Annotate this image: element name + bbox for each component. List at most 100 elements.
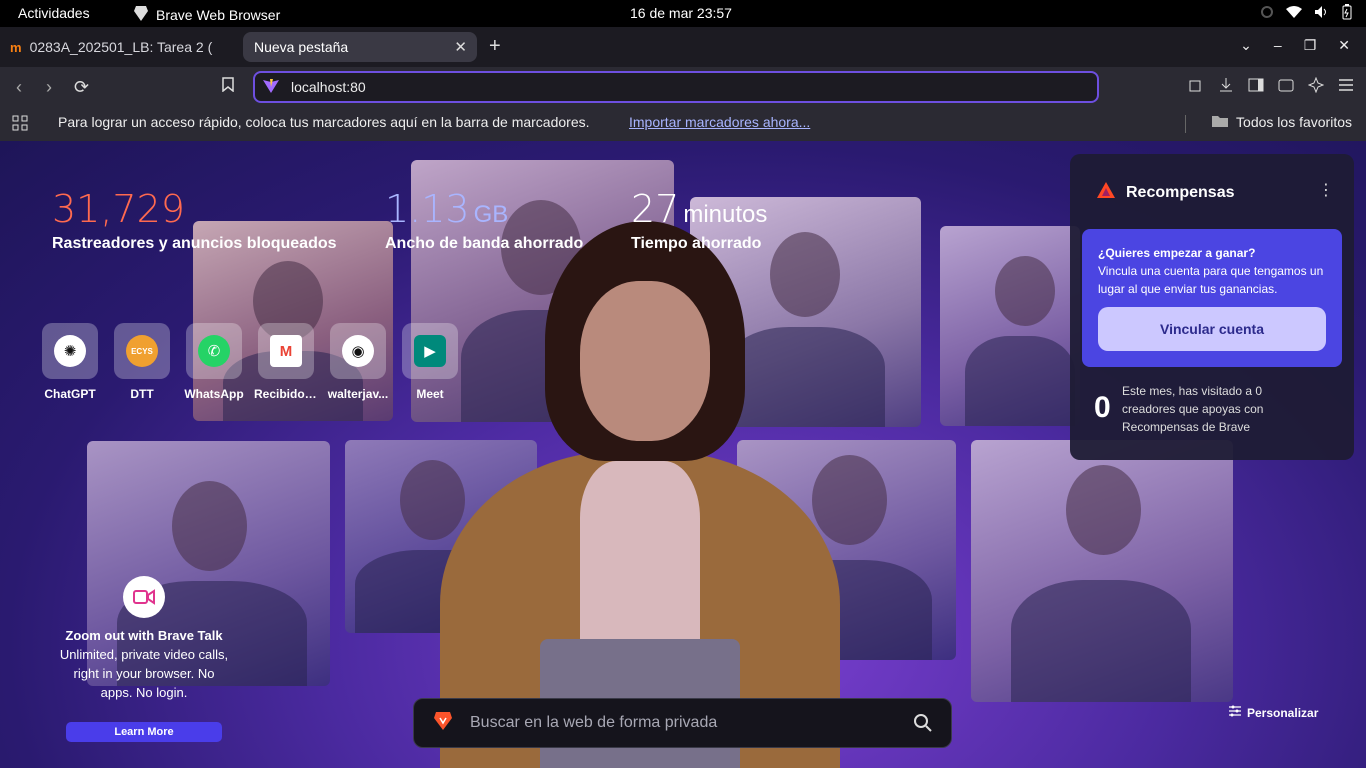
search-input[interactable]: Buscar en la web de forma privada [470,714,717,732]
background-person [440,221,840,768]
stat-bandwidth: 1.13 GB Ancho de banda ahorrado [385,187,583,253]
top-site-github[interactable]: ◉ walterjav... [328,323,388,401]
top-site-label: Meet [416,387,444,401]
window-controls: ⌄ – ❐ ✕ [1240,37,1350,54]
background-photo-tile [971,440,1233,702]
github-icon: ◉ [342,335,374,367]
back-arrow-icon[interactable]: ‹ [16,77,22,98]
close-tab-icon[interactable]: ✕ [454,38,467,56]
browser-toolbar: ‹ › ⟳ localhost:80 [0,67,1366,107]
tab-label: Nueva pestaña [254,39,349,55]
divider [1185,115,1186,133]
rewards-header: Recompensas [1096,181,1235,204]
address-bar[interactable]: localhost:80 [253,71,1099,103]
gmail-icon: M [270,335,302,367]
bookmark-icon[interactable] [222,77,234,96]
time-unit: minutos [683,201,768,228]
minimize-icon[interactable]: – [1274,37,1282,54]
tab-strip: m 0283A_202501_LB: Tarea 2 ( Nueva pesta… [0,27,1366,67]
folder-icon [1212,114,1229,130]
menu-icon[interactable] [1338,77,1354,98]
creators-text: Este mes, has visitado a 0 creadores que… [1122,384,1264,434]
reload-icon[interactable]: ⟳ [74,77,89,98]
toolbar-actions [1188,76,1354,98]
leo-ai-icon[interactable] [1307,76,1325,98]
rewards-title: Recompensas [1126,183,1235,201]
bandwidth-label: Ancho de banda ahorrado [385,235,584,252]
maximize-icon[interactable]: ❐ [1304,37,1317,54]
time-value: 27 [631,187,680,231]
more-options-icon[interactable]: ⋮ [1318,180,1334,200]
tab-label: 0283A_202501_LB: Tarea 2 ( [29,39,213,55]
search-icon[interactable] [913,713,933,738]
app-menu[interactable]: Brave Web Browser [134,5,280,24]
brave-search-logo-icon [434,711,452,736]
chatgpt-icon: ✺ [54,335,86,367]
moodle-favicon-icon: m [10,39,22,55]
top-site-label: walterjav... [327,387,389,401]
customize-button[interactable]: Personalizar [1229,705,1318,720]
promo-question: ¿Quieres empezar a ganar? [1098,246,1256,260]
all-favorites-folder[interactable]: Todos los favoritos [1212,114,1352,130]
wallet-icon[interactable] [1278,77,1294,98]
brave-talk-card: Zoom out with Brave Talk Unlimited, priv… [58,576,230,742]
forward-arrow-icon[interactable]: › [46,77,52,98]
clock[interactable]: 16 de mar 23:57 [630,5,732,21]
learn-more-button[interactable]: Learn More [66,722,222,742]
tab-new-tab[interactable]: Nueva pestaña ✕ [243,32,477,62]
new-tab-page: 31,729 Rastreadores y anuncios bloqueado… [0,141,1366,768]
trackers-count: 31,729 [52,187,185,231]
top-site-dtt[interactable]: ECYS DTT [114,323,170,401]
close-window-icon[interactable]: ✕ [1338,37,1350,54]
bookmarks-bar: Para lograr un acceso rápido, coloca tus… [0,107,1366,141]
stat-trackers: 31,729 Rastreadores y anuncios bloqueado… [52,187,337,253]
import-bookmarks-link[interactable]: Importar marcadores ahora... [629,114,810,130]
activities-button[interactable]: Actividades [18,5,90,21]
new-tab-button[interactable]: + [489,35,501,58]
stat-time: 27 minutos Tiempo ahorrado [631,187,767,253]
extensions-icon[interactable] [1188,77,1204,98]
system-top-bar: Actividades Brave Web Browser 16 de mar … [0,0,1366,27]
search-box[interactable]: Buscar en la web de forma privada [413,698,952,748]
vite-favicon-icon [263,78,279,97]
volume-icon [1314,5,1330,19]
promo-description: Vincula una cuenta para que tengamos un … [1098,264,1324,296]
url-text[interactable]: localhost:80 [291,79,366,95]
sidebar-icon[interactable] [1248,77,1264,98]
wifi-icon [1286,5,1302,19]
bookmarks-hint: Para lograr un acceso rápido, coloca tus… [58,114,590,130]
sliders-icon [1229,705,1241,720]
app-name: Brave Web Browser [156,6,281,23]
tile-icon-box: ✆ [186,323,242,379]
battery-icon [1342,4,1352,20]
top-site-whatsapp[interactable]: ✆ WhatsApp [184,323,244,401]
spinner-icon [1260,5,1274,19]
background-photo-tile [940,226,1080,426]
top-site-label: Recibidos... [254,387,318,401]
brave-talk-description: Unlimited, private video calls, right in… [59,647,229,700]
google-meet-icon: ▶ [414,335,446,367]
brave-talk-title: Zoom out with Brave Talk [65,628,223,643]
system-tray[interactable] [1260,4,1352,20]
tile-icon-box: ◉ [330,323,386,379]
tab-tarea[interactable]: m 0283A_202501_LB: Tarea 2 ( [10,34,232,60]
all-favorites-label: Todos los favoritos [1236,114,1352,130]
apps-grid-icon[interactable] [12,115,28,134]
top-site-chatgpt[interactable]: ✺ ChatGPT [42,323,98,401]
tile-icon-box: ✺ [42,323,98,379]
whatsapp-icon: ✆ [198,335,230,367]
customize-label: Personalizar [1247,705,1319,720]
tile-icon-box: ECYS [114,323,170,379]
download-icon[interactable] [1218,77,1234,98]
top-site-meet[interactable]: ▶ Meet [402,323,458,401]
bandwidth-unit: GB [473,201,509,228]
top-site-label: DTT [130,387,154,401]
top-sites: ✺ ChatGPT ECYS DTT ✆ WhatsApp M Recibido… [42,323,458,401]
top-site-gmail[interactable]: M Recibidos... [254,323,318,401]
link-account-button[interactable]: Vincular cuenta [1098,307,1326,351]
tab-list-chevron-icon[interactable]: ⌄ [1240,37,1252,54]
video-camera-icon [123,576,165,618]
ecys-icon: ECYS [126,335,158,367]
bandwidth-value: 1.13 [385,187,470,231]
brave-lion-icon [134,5,148,24]
